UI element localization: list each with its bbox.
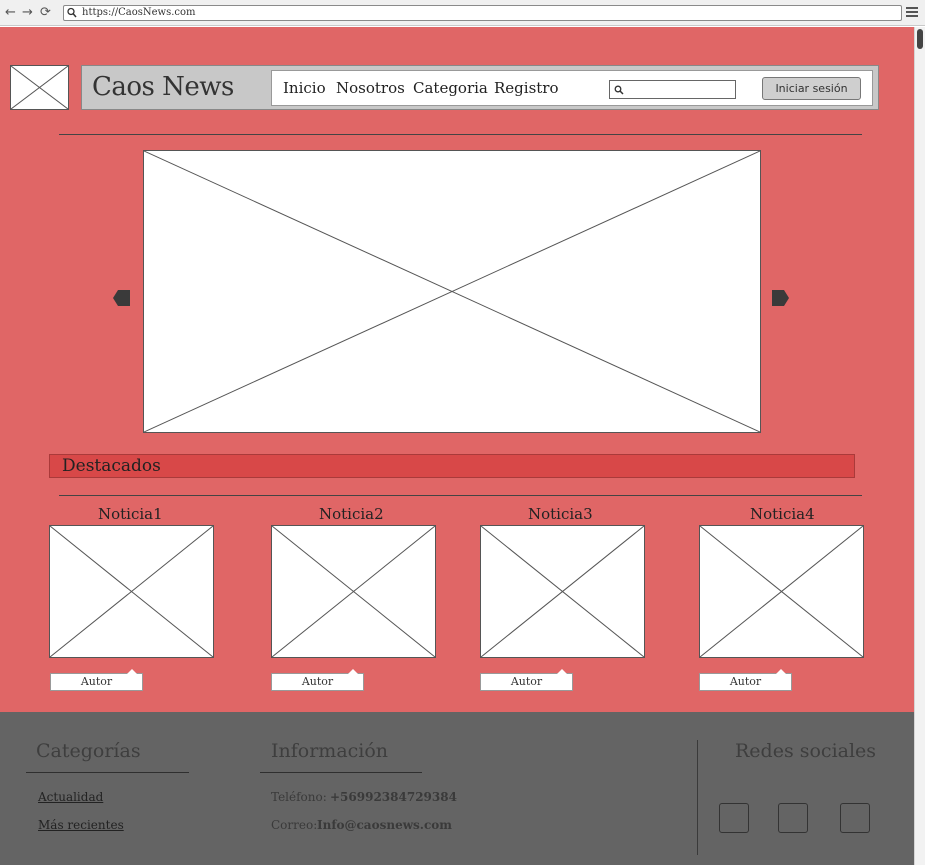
footer: Categorías Actualidad Más recientes Info… xyxy=(0,712,914,865)
news-title[interactable]: Noticia4 xyxy=(750,505,815,523)
news-title[interactable]: Noticia2 xyxy=(319,505,384,523)
divider xyxy=(26,772,189,773)
phone-label: Teléfono: xyxy=(271,790,327,804)
news-author-tag: Autor xyxy=(699,669,792,691)
page-content: Caos News Inicio Nosotros Categoria Regi… xyxy=(0,27,914,712)
reload-icon[interactable]: ⟳ xyxy=(40,5,51,21)
news-image-placeholder[interactable] xyxy=(49,525,214,658)
nav-link-nosotros[interactable]: Nosotros xyxy=(336,79,405,97)
divider xyxy=(260,772,422,773)
image-placeholder-icon xyxy=(272,526,435,657)
footer-link-mas-recientes[interactable]: Más recientes xyxy=(38,818,124,832)
search-icon xyxy=(614,85,624,95)
social-icon[interactable] xyxy=(719,803,749,833)
footer-social-heading: Redes sociales xyxy=(735,740,877,762)
news-title[interactable]: Noticia3 xyxy=(528,505,593,523)
hamburger-menu-icon[interactable] xyxy=(906,7,918,19)
news-image-placeholder[interactable] xyxy=(271,525,436,658)
news-author-tag: Autor xyxy=(480,669,573,691)
social-icon[interactable] xyxy=(778,803,808,833)
browser-toolbar: ← → ⟳ https://CaosNews.com xyxy=(0,0,925,26)
image-placeholder-icon xyxy=(11,66,68,109)
footer-link-actualidad[interactable]: Actualidad xyxy=(38,790,103,804)
logo-image-placeholder xyxy=(10,65,69,110)
nav-link-inicio[interactable]: Inicio xyxy=(283,79,326,97)
header-bar: Caos News Inicio Nosotros Categoria Regi… xyxy=(81,65,879,110)
site-title[interactable]: Caos News xyxy=(92,72,234,102)
nav-link-registro[interactable]: Registro xyxy=(494,79,559,97)
image-placeholder-icon xyxy=(144,151,760,432)
phone-value: +56992384729384 xyxy=(330,790,457,804)
search-icon xyxy=(67,7,77,18)
carousel-image-placeholder[interactable] xyxy=(143,150,761,433)
carousel-prev-arrow-icon[interactable] xyxy=(112,289,130,307)
address-bar[interactable]: https://CaosNews.com xyxy=(63,5,902,21)
divider xyxy=(59,134,862,135)
divider xyxy=(59,495,862,496)
news-image-placeholder[interactable] xyxy=(480,525,645,658)
footer-vertical-divider xyxy=(697,740,698,855)
news-author-tag: Autor xyxy=(271,669,364,691)
nav-link-categoria[interactable]: Categoria xyxy=(413,79,488,97)
carousel-next-arrow-icon[interactable] xyxy=(772,289,790,307)
back-arrow-icon[interactable]: ← xyxy=(5,5,16,21)
social-icon[interactable] xyxy=(840,803,870,833)
featured-section-bar: Destacados xyxy=(49,454,855,478)
image-placeholder-icon xyxy=(481,526,644,657)
vertical-scrollbar[interactable] xyxy=(914,27,925,865)
main-nav: Inicio Nosotros Categoria Registro Inici… xyxy=(271,70,873,106)
forward-arrow-icon[interactable]: → xyxy=(22,5,33,21)
url-text: https://CaosNews.com xyxy=(82,7,196,18)
email-label: Correo: xyxy=(271,818,318,832)
news-title[interactable]: Noticia1 xyxy=(98,505,163,523)
image-placeholder-icon xyxy=(50,526,213,657)
image-placeholder-icon xyxy=(700,526,863,657)
login-button[interactable]: Iniciar sesión xyxy=(762,77,861,100)
news-image-placeholder[interactable] xyxy=(699,525,864,658)
footer-info-heading: Información xyxy=(271,740,389,762)
news-author-tag: Autor xyxy=(50,669,143,691)
scrollbar-thumb[interactable] xyxy=(917,29,923,49)
footer-categories-heading: Categorías xyxy=(36,740,141,762)
search-input[interactable] xyxy=(609,80,736,99)
email-value[interactable]: Info@caosnews.com xyxy=(317,818,452,832)
featured-section-title: Destacados xyxy=(62,456,161,476)
